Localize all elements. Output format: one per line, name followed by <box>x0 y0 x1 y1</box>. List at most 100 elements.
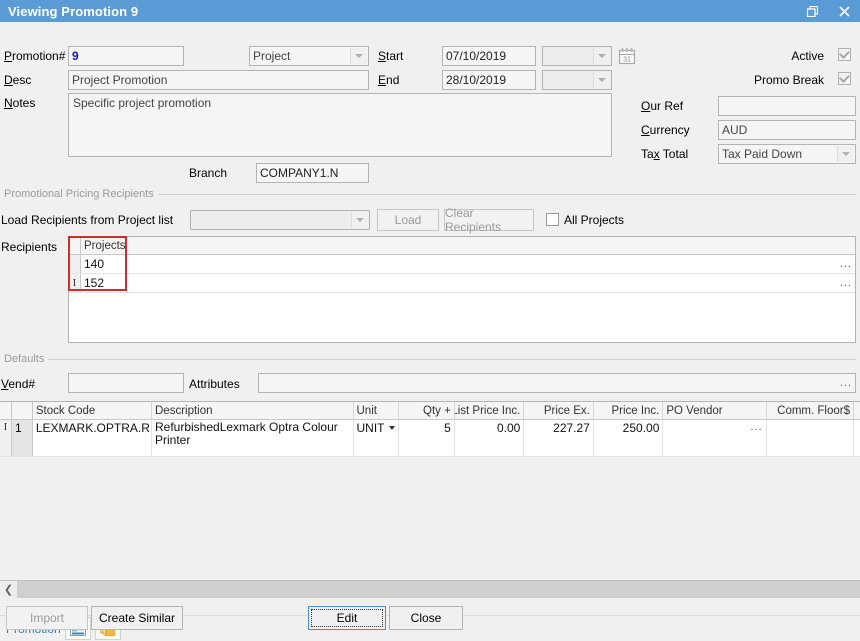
tax-total-label: Tax Total <box>641 147 688 161</box>
create-similar-button[interactable]: Create Similar <box>91 606 183 630</box>
edit-button[interactable]: Edit <box>308 606 386 630</box>
lines-grid[interactable]: Stock Code Description Unit Qty + List P… <box>0 401 860 583</box>
close-button[interactable]: Close <box>389 606 463 630</box>
lines-cell-po-vendor[interactable]: ... <box>663 420 766 456</box>
lines-cell-stock-code[interactable]: LEXMARK.OPTRA.R ... <box>33 420 152 456</box>
promo-break-checkbox[interactable] <box>838 72 851 85</box>
import-button[interactable]: Import <box>6 606 88 630</box>
chevron-down-icon[interactable] <box>389 426 395 430</box>
table-row[interactable]: I 152 ... <box>69 274 855 293</box>
lines-cell-qty[interactable]: 5 <box>399 420 455 456</box>
chevron-down-icon <box>350 48 367 64</box>
promotion-number-label: Promotion# <box>4 49 65 63</box>
lines-horizontal-scrollbar[interactable]: ❮ <box>0 580 860 597</box>
calendar-icon[interactable]: 31 <box>617 46 637 66</box>
recipients-row-ellipsis[interactable]: ... <box>127 274 855 292</box>
close-icon[interactable] <box>828 0 860 22</box>
table-row[interactable]: 140 ... <box>69 255 855 274</box>
ellipsis-icon: ... <box>840 277 852 289</box>
defaults-group-caption: Defaults <box>4 353 856 365</box>
currency-field[interactable]: AUD <box>718 120 856 140</box>
branch-label: Branch <box>189 166 227 180</box>
recipients-row-marker: I <box>69 274 81 292</box>
lines-column-description[interactable]: Description <box>152 402 354 419</box>
recipients-rowhdr-corner <box>69 237 81 254</box>
lines-column-list-price-inc[interactable]: List Price Inc. <box>455 402 525 419</box>
type-value: Project <box>253 49 290 63</box>
chevron-down-icon <box>593 72 610 88</box>
window-body: Promotion# 9 Type Project Start 07/10/20… <box>0 22 860 615</box>
notes-field[interactable]: Specific project promotion <box>68 93 612 157</box>
text-cursor-icon: I <box>73 277 77 289</box>
vend-field[interactable] <box>68 373 184 393</box>
load-recipients-label: Load Recipients from Project list <box>1 213 173 227</box>
recipients-column-filler <box>127 237 855 254</box>
group-divider <box>48 359 856 360</box>
lines-rownum-corner <box>12 402 33 419</box>
vend-label: Vend# <box>1 377 35 391</box>
desc-label: Desc <box>4 73 31 87</box>
lines-cell-unit[interactable]: UNIT <box>354 420 400 456</box>
lines-column-filler <box>854 402 860 419</box>
lines-column-po-vendor[interactable]: PO Vendor <box>663 402 766 419</box>
all-projects-checkbox[interactable] <box>546 213 559 226</box>
end-date-field[interactable]: 28/10/2019 <box>442 70 536 90</box>
end-extra-combo[interactable] <box>542 70 612 90</box>
recipients-label: Recipients <box>1 240 57 254</box>
title-bar-buttons <box>796 0 860 22</box>
lines-column-price-inc[interactable]: Price Inc. <box>594 402 664 419</box>
lines-cell-price-inc[interactable]: 250.00 <box>594 420 664 456</box>
ellipsis-icon: ... <box>840 258 852 270</box>
currency-label: Currency <box>641 123 690 137</box>
start-extra-combo[interactable] <box>542 46 612 66</box>
lines-column-comm-floor[interactable]: Comm. Floor$ <box>767 402 854 419</box>
branch-field[interactable]: COMPANY1.N <box>256 163 369 183</box>
type-combo[interactable]: Project <box>249 46 369 66</box>
lines-column-qty[interactable]: Qty + <box>399 402 455 419</box>
restore-icon[interactable] <box>796 0 828 22</box>
lines-cell-description[interactable]: RefurbishedLexmark Optra Colour Printer <box>152 420 354 456</box>
chevron-down-icon <box>837 146 854 162</box>
recipients-cell-project[interactable]: 152 <box>81 274 127 292</box>
project-list-combo[interactable] <box>190 210 370 230</box>
recipients-column-projects[interactable]: Projects <box>81 237 127 254</box>
recipients-grid-empty-area <box>69 293 855 343</box>
text-cursor-icon: I <box>4 421 8 433</box>
ellipsis-icon[interactable]: ... <box>750 421 762 433</box>
lines-column-unit[interactable]: Unit <box>354 402 400 419</box>
load-button[interactable]: Load <box>377 209 439 231</box>
recipients-group-caption: Promotional Pricing Recipients <box>4 188 856 200</box>
our-ref-label: Our Ref <box>641 99 683 113</box>
lines-column-stock-code[interactable]: Stock Code <box>33 402 152 419</box>
lines-cell-list-price-inc[interactable]: 0.00 <box>455 420 525 456</box>
lines-column-price-ex[interactable]: Price Ex. <box>524 402 594 419</box>
unit-value: UNIT <box>357 421 385 435</box>
defaults-group-label: Defaults <box>4 353 48 365</box>
recipients-cell-project[interactable]: 140 <box>81 255 127 273</box>
lines-row-number[interactable]: 1 <box>12 420 33 456</box>
recipients-grid[interactable]: Projects 140 ... I 152 ... <box>68 236 856 343</box>
promo-break-label: Promo Break <box>754 73 824 87</box>
start-label: Start <box>378 49 403 63</box>
scrollbar-track[interactable] <box>17 581 860 598</box>
desc-field[interactable]: Project Promotion <box>68 70 369 90</box>
attributes-field[interactable]: ... <box>258 373 856 393</box>
group-divider <box>158 194 856 195</box>
table-row[interactable]: I 1 LEXMARK.OPTRA.R ... RefurbishedLexma… <box>0 420 860 457</box>
start-date-field[interactable]: 07/10/2019 <box>442 46 536 66</box>
clear-recipients-button[interactable]: Clear Recipients <box>444 209 534 231</box>
attributes-label: Attributes <box>189 377 240 391</box>
ellipsis-icon[interactable]: ... <box>840 377 852 389</box>
our-ref-field[interactable] <box>718 96 856 116</box>
lines-row-marker: I <box>0 420 12 456</box>
lines-cell-comm-floor[interactable] <box>767 420 854 456</box>
promotion-number-field[interactable]: 9 <box>68 46 184 66</box>
recipients-row-ellipsis[interactable]: ... <box>127 255 855 273</box>
recipients-group-label: Promotional Pricing Recipients <box>4 188 158 200</box>
scroll-left-icon[interactable]: ❮ <box>0 581 17 598</box>
tax-total-combo[interactable]: Tax Paid Down <box>718 144 856 164</box>
lines-cell-price-ex[interactable]: 227.27 <box>524 420 594 456</box>
chevron-down-icon <box>351 212 368 228</box>
active-checkbox[interactable] <box>838 48 851 61</box>
lines-cell-filler <box>854 420 860 456</box>
